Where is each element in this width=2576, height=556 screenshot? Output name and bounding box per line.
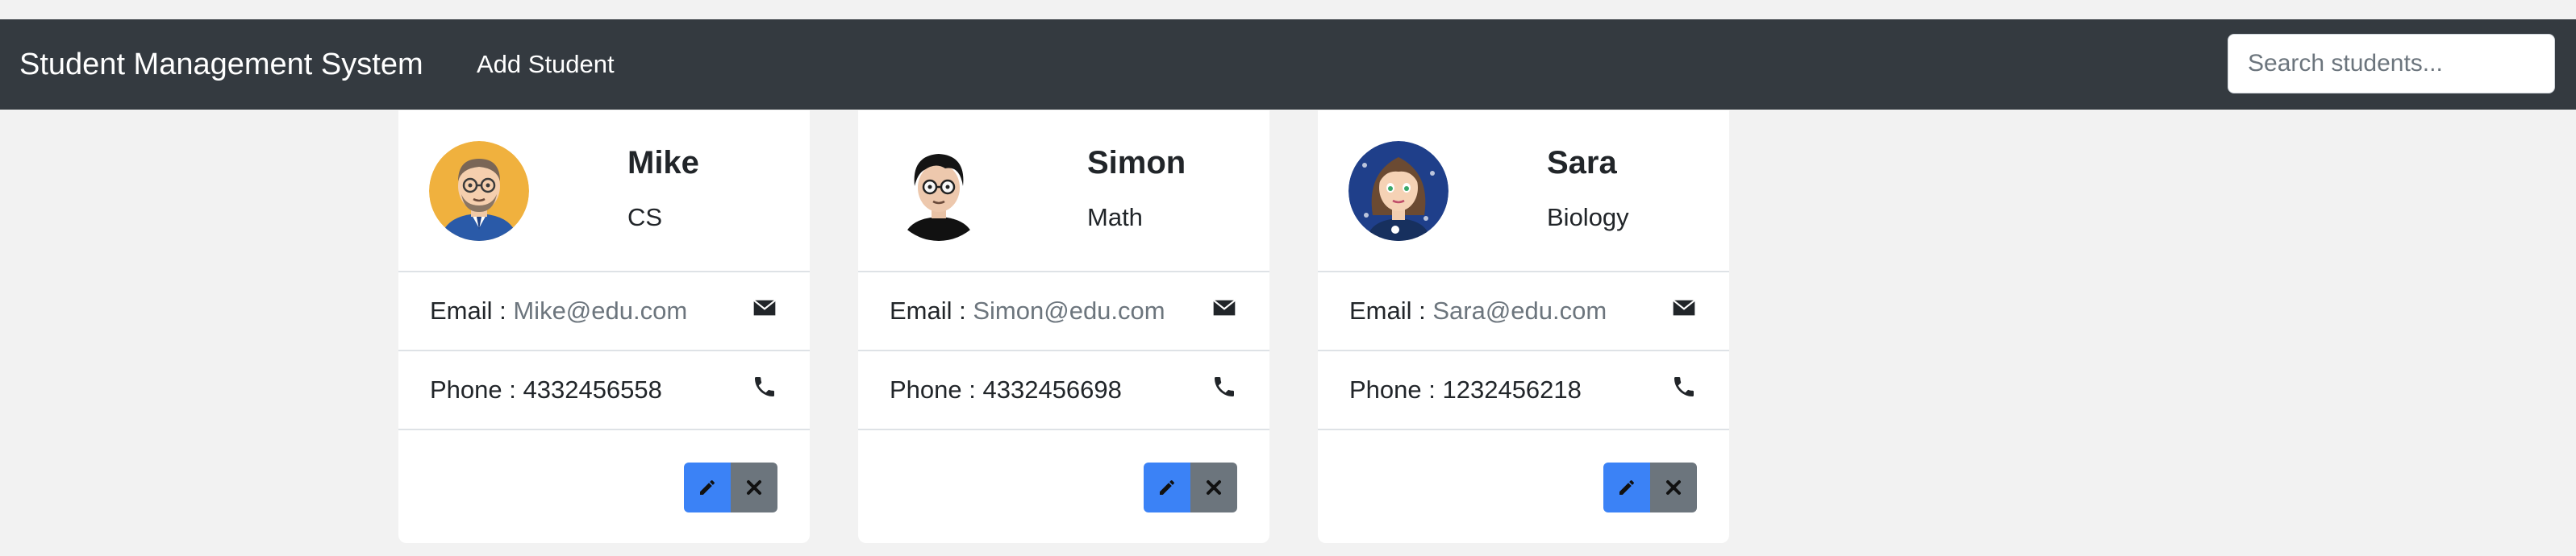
edit-button[interactable] xyxy=(684,463,731,512)
actions-row xyxy=(398,429,810,543)
envelope-icon xyxy=(1213,299,1236,316)
email-label: Email : xyxy=(1349,297,1433,325)
phone-text: Phone : 1232456218 xyxy=(1349,351,1582,429)
female-avatar-icon xyxy=(1348,141,1448,241)
pencil-icon xyxy=(700,479,715,495)
search-input[interactable] xyxy=(2228,34,2555,93)
student-card: Mike CS Email : Mike@edu.com Phone : 433… xyxy=(398,110,810,543)
student-major: CS xyxy=(627,203,663,231)
edit-button[interactable] xyxy=(1144,463,1190,512)
phone-row: Phone : 4332456698 xyxy=(858,350,1269,429)
email-text: Email : Sara@edu.com xyxy=(1349,272,1607,350)
navbar: Student Management System Add Student xyxy=(0,19,2576,110)
phone-label: Phone : xyxy=(430,376,523,404)
phone-value: 1232456218 xyxy=(1442,376,1582,404)
email-value: Sara@edu.com xyxy=(1432,297,1607,325)
phone-value: 4332456558 xyxy=(523,376,662,404)
male-avatar-glasses-beard-icon xyxy=(429,141,529,241)
phone-text: Phone : 4332456698 xyxy=(890,351,1122,429)
email-label: Email : xyxy=(890,297,973,325)
envelope-icon xyxy=(753,299,776,316)
email-text: Email : Simon@edu.com xyxy=(890,272,1165,350)
email-label: Email : xyxy=(430,297,514,325)
close-icon xyxy=(747,480,761,495)
email-value: Mike@edu.com xyxy=(513,297,688,325)
phone-row: Phone : 4332456558 xyxy=(398,350,810,429)
brand-title[interactable]: Student Management System xyxy=(19,19,423,110)
student-name: Mike xyxy=(627,145,699,180)
delete-button[interactable] xyxy=(1650,463,1697,512)
phone-text: Phone : 4332456558 xyxy=(430,351,662,429)
phone-label: Phone : xyxy=(1349,376,1443,404)
student-name: Simon xyxy=(1087,145,1186,180)
pencil-icon xyxy=(1619,479,1634,495)
student-major: Biology xyxy=(1547,203,1629,231)
email-value: Simon@edu.com xyxy=(973,297,1165,325)
student-card: Sara Biology Email : Sara@edu.com Phone … xyxy=(1318,110,1729,543)
phone-icon xyxy=(755,377,774,396)
pencil-icon xyxy=(1160,479,1174,495)
email-row: Email : Simon@edu.com xyxy=(858,271,1269,350)
phone-icon xyxy=(1215,377,1234,396)
email-row: Email : Sara@edu.com xyxy=(1318,271,1729,350)
phone-icon xyxy=(1674,377,1694,396)
close-icon xyxy=(1666,480,1681,495)
edit-button[interactable] xyxy=(1603,463,1650,512)
student-name: Sara xyxy=(1547,145,1617,180)
actions-row xyxy=(1318,429,1729,543)
student-card: Simon Math Email : Simon@edu.com Phone :… xyxy=(858,110,1269,543)
actions-row xyxy=(858,429,1269,543)
delete-button[interactable] xyxy=(731,463,777,512)
email-text: Email : Mike@edu.com xyxy=(430,272,687,350)
phone-row: Phone : 1232456218 xyxy=(1318,350,1729,429)
envelope-icon xyxy=(1673,299,1695,316)
phone-label: Phone : xyxy=(890,376,983,404)
phone-value: 4332456698 xyxy=(982,376,1122,404)
email-row: Email : Mike@edu.com xyxy=(398,271,810,350)
close-icon xyxy=(1207,480,1221,495)
add-student-link[interactable]: Add Student xyxy=(477,19,615,110)
delete-button[interactable] xyxy=(1190,463,1237,512)
top-strip xyxy=(0,0,2576,19)
male-avatar-glasses-black-hair-icon xyxy=(889,141,989,241)
student-major: Math xyxy=(1087,203,1143,231)
